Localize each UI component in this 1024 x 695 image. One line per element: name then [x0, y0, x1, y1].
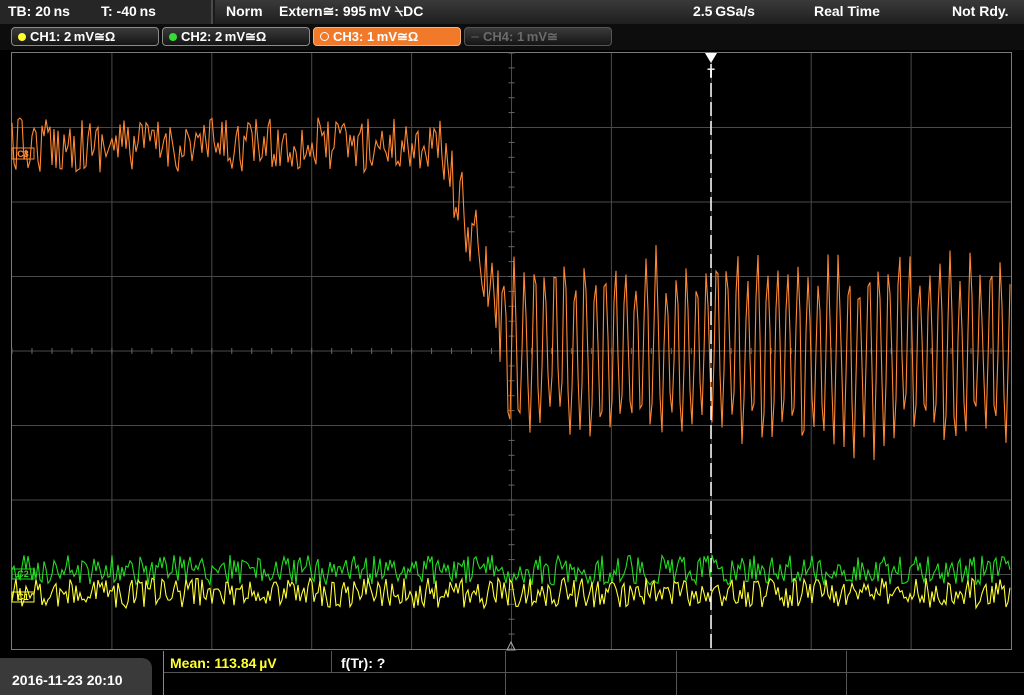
measurement-divider — [164, 672, 1024, 673]
ch3-marker-label: C3 — [17, 149, 29, 159]
measurement-panel[interactable]: Mean: 113.84 µV f(Tr): ? — [163, 651, 1024, 695]
measurement-divider — [331, 651, 332, 672]
ch1-marker-label: C1 — [17, 592, 29, 602]
datetime-box: 2016-11-23 20:10 — [0, 658, 152, 695]
measurement-divider — [505, 651, 506, 695]
mean-measurement: Mean: 113.84 µV — [170, 655, 277, 671]
trigger-arrow-icon — [705, 53, 717, 63]
rise-frequency-measurement: f(Tr): ? — [341, 655, 386, 671]
measurement-divider — [676, 651, 677, 695]
ch2-marker-label: C2 — [17, 569, 29, 579]
measurement-divider — [846, 651, 847, 695]
trigger-marker-label: T — [707, 66, 715, 80]
waveform-plot: T C3 C2 C1 — [11, 52, 1011, 651]
datetime-label: 2016-11-23 20:10 — [12, 672, 123, 688]
